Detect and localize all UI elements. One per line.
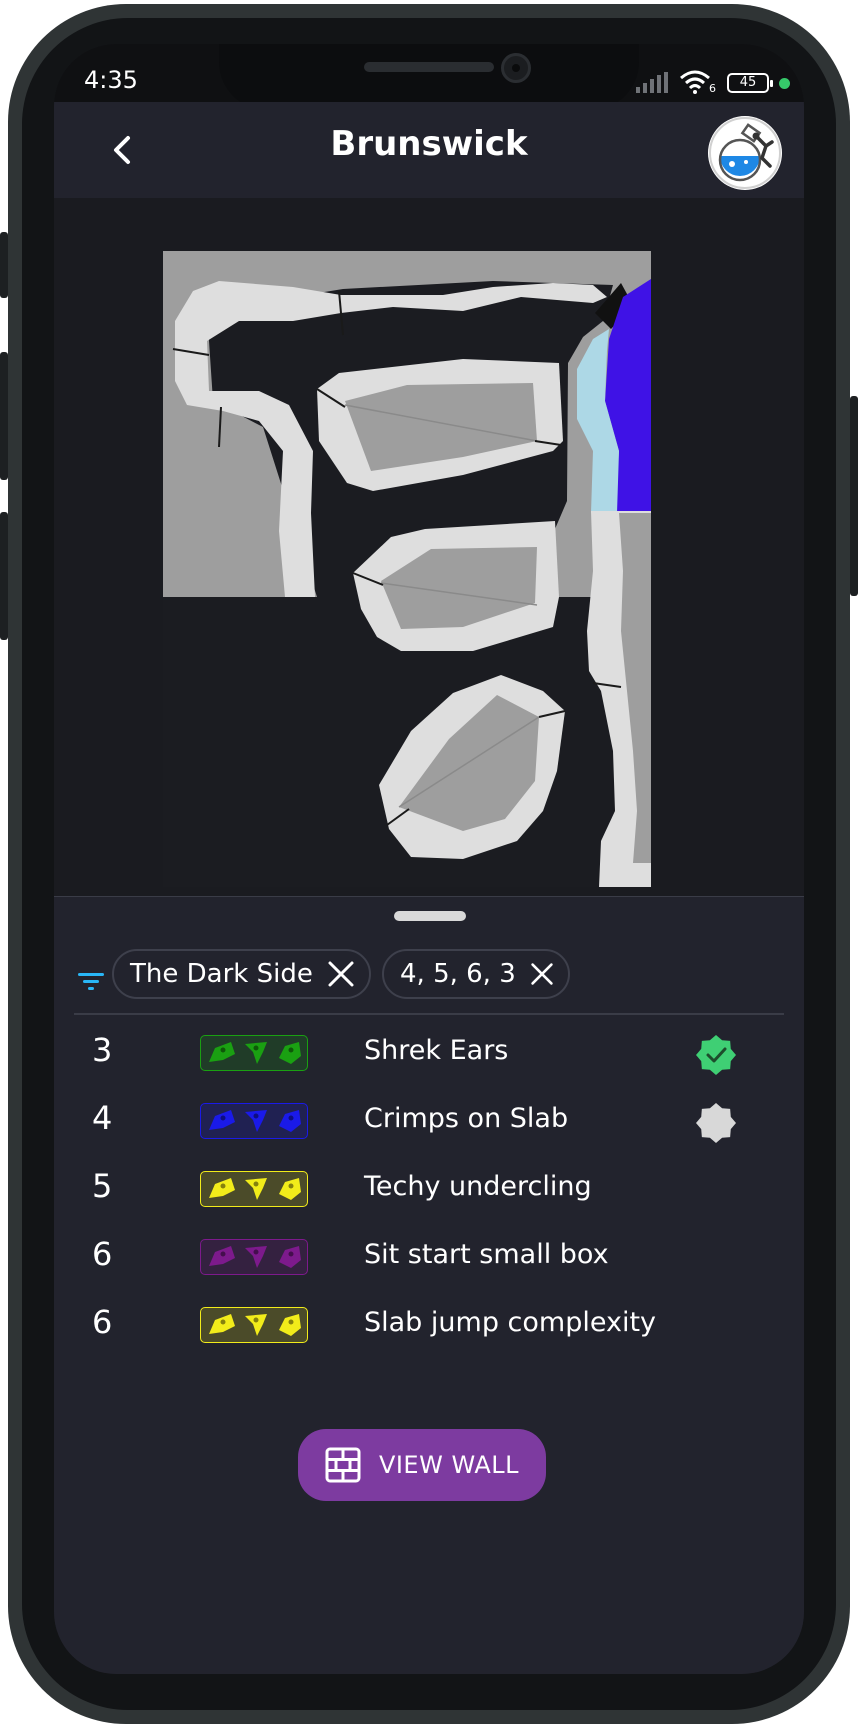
view-wall-label: VIEW WALL — [378, 1451, 520, 1479]
close-icon[interactable] — [530, 962, 554, 986]
notch — [219, 44, 639, 110]
filter-icon[interactable] — [78, 971, 104, 991]
filter-chip-wall[interactable]: The Dark Side — [112, 949, 371, 999]
side-button — [0, 352, 8, 480]
climbing-holds-icon — [209, 1246, 301, 1268]
route-holds-swatch — [200, 1035, 308, 1071]
network-type-label: 6 — [709, 82, 716, 95]
sheet-drag-handle[interactable] — [394, 911, 466, 921]
climbing-holds-icon — [209, 1042, 301, 1064]
climbing-holds-icon — [209, 1110, 301, 1132]
route-name: Techy undercling — [364, 1171, 592, 1202]
filter-chip-label: 4, 5, 6, 3 — [400, 959, 516, 989]
filter-chip-grades[interactable]: 4, 5, 6, 3 — [382, 949, 570, 999]
climbing-holds-icon — [209, 1178, 301, 1200]
page-title: Brunswick — [330, 124, 528, 164]
wifi-indicator: 6 — [679, 70, 717, 96]
route-grade: 6 — [92, 1235, 113, 1273]
app-bar: Brunswick — [54, 102, 804, 198]
route-holds-swatch — [200, 1103, 308, 1139]
filter-chip-label: The Dark Side — [130, 959, 313, 989]
climber-logo-icon — [709, 117, 781, 189]
route-grade: 3 — [92, 1031, 113, 1069]
route-row[interactable]: 3 Shrek Ears — [54, 1021, 804, 1089]
brick-wall-icon — [325, 1447, 361, 1483]
route-grade: 4 — [92, 1099, 113, 1137]
side-button — [0, 232, 8, 298]
route-name: Sit start small box — [364, 1239, 609, 1270]
power-button — [850, 396, 858, 596]
divider — [74, 1013, 784, 1015]
wall-map[interactable] — [163, 251, 651, 887]
privacy-indicator-dot — [779, 77, 790, 89]
route-name: Shrek Ears — [364, 1035, 509, 1066]
front-camera — [501, 53, 531, 83]
route-holds-swatch — [200, 1171, 308, 1207]
route-holds-swatch — [200, 1307, 308, 1343]
route-row[interactable]: 4 Crimps on Slab — [54, 1089, 804, 1157]
route-grade: 6 — [92, 1303, 113, 1341]
status-icons: 6 45 — [635, 70, 790, 96]
route-name: Slab jump complexity — [364, 1307, 657, 1338]
battery-icon: 45 — [727, 73, 773, 93]
route-name: Crimps on Slab — [364, 1103, 569, 1134]
route-holds-swatch — [200, 1239, 308, 1275]
route-row[interactable]: 5 Techy undercling — [54, 1157, 804, 1225]
route-row[interactable]: 6 Slab jump complexity — [54, 1293, 804, 1361]
completed-badge-icon[interactable] — [694, 1033, 738, 1077]
incomplete-badge-icon[interactable] — [694, 1101, 738, 1145]
signal-icon — [636, 72, 668, 93]
route-row[interactable]: 6 Sit start small box — [54, 1225, 804, 1293]
view-wall-button[interactable]: VIEW WALL — [298, 1429, 546, 1501]
avatar[interactable] — [708, 116, 782, 190]
routes-bottom-sheet: The Dark Side 4, 5, 6, 3 3 Shrek Ears 4 Cri… — [54, 896, 804, 1674]
earpiece-speaker — [364, 62, 494, 72]
status-time: 4:35 — [84, 66, 138, 94]
climbing-holds-icon — [209, 1314, 301, 1336]
wifi-icon — [680, 70, 710, 94]
side-button — [0, 512, 8, 640]
screen: 4:35 6 45 Brunswick The Dark Side 4, 5, … — [54, 44, 804, 1674]
close-icon[interactable] — [327, 960, 355, 988]
route-grade: 5 — [92, 1167, 113, 1205]
